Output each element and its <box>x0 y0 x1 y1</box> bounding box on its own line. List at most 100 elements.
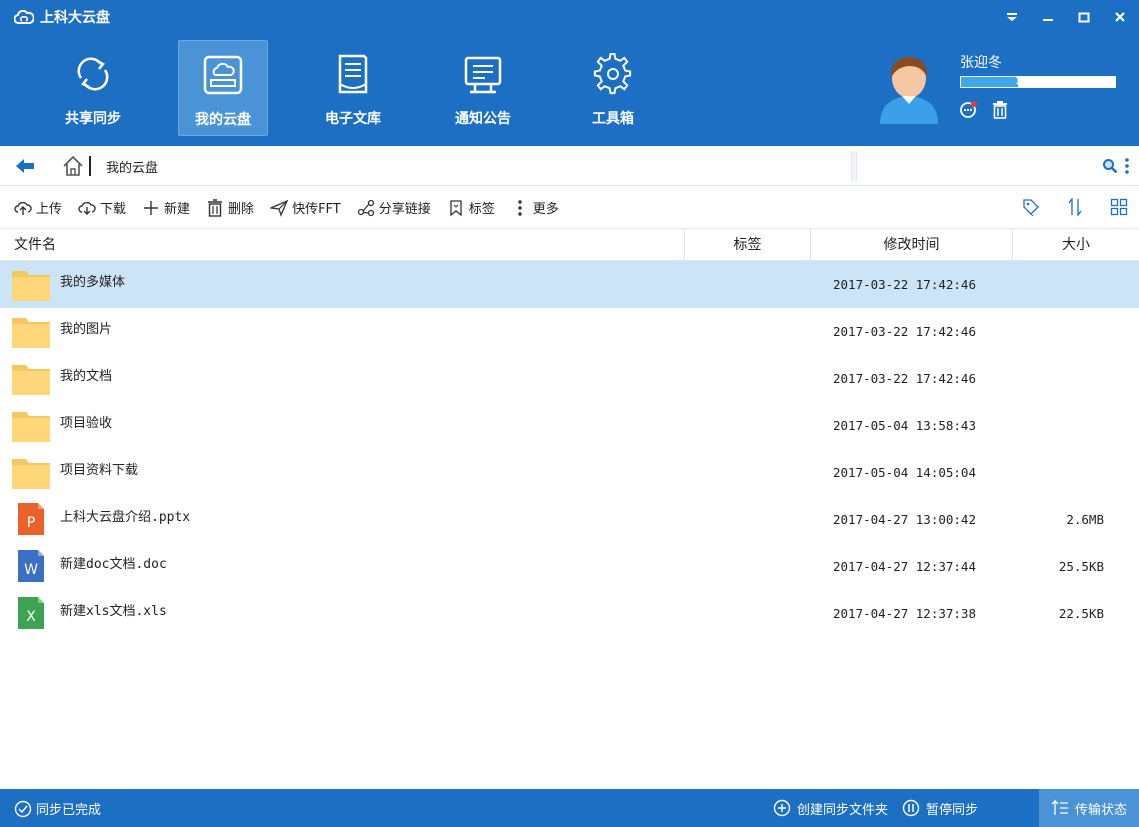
more-label: 更多 <box>532 202 559 217</box>
nav-label: 通知公告 <box>455 111 511 127</box>
quota-text: 1.84GB/5GB <box>1014 76 1075 87</box>
message-icon[interactable] <box>958 100 978 120</box>
nav-label: 工具箱 <box>592 111 634 127</box>
back-arrow-icon[interactable] <box>14 156 36 176</box>
recycle-bin-icon[interactable] <box>990 100 1010 120</box>
share-icon <box>357 199 374 216</box>
table-row[interactable]: X 新建xls文档.xls 2017-04-27 12:37:38 22.5KB <box>0 590 1139 637</box>
table-row[interactable]: 我的文档 2017-03-22 17:42:46 <box>0 355 1139 402</box>
transfer-status-button[interactable]: 传输状态 <box>1039 789 1139 827</box>
more-button[interactable]: 更多 <box>511 198 559 217</box>
breadcrumb[interactable]: 我的云盘 <box>106 157 158 176</box>
sort-icon[interactable] <box>1065 197 1085 217</box>
tag-button[interactable]: 标签 <box>447 198 495 217</box>
file-badge: W <box>24 562 38 578</box>
fast-transfer-button[interactable]: 快传FFT <box>270 198 341 217</box>
download-button[interactable]: 下载 <box>78 198 126 217</box>
bookmark-icon <box>450 199 462 216</box>
check-circle-icon <box>14 800 32 817</box>
table-row[interactable]: 项目验收 2017-05-04 13:58:43 <box>0 402 1139 449</box>
file-name: 新建xls文档.xls <box>60 604 167 619</box>
delete-label: 删除 <box>228 202 255 217</box>
table-row[interactable]: 我的多媒体 2017-03-22 17:42:46 <box>0 261 1139 308</box>
app-title: 上科大云盘 <box>14 6 110 28</box>
grid-view-icon[interactable] <box>1109 197 1129 217</box>
new-button[interactable]: 新建 <box>142 198 190 217</box>
new-label: 新建 <box>164 202 191 217</box>
pptx-file-icon: P <box>18 503 44 535</box>
column-header-name[interactable]: 文件名 <box>14 229 56 261</box>
status-bar: 同步已完成 创建同步文件夹 暂停同步 传输状态 <box>0 789 1139 827</box>
app-title-text: 上科大云盘 <box>40 10 110 26</box>
column-header-size[interactable]: 大小 <box>1013 229 1139 261</box>
xls-file-icon: X <box>18 597 44 629</box>
upload-button[interactable]: 上传 <box>14 198 62 217</box>
sync-status: 同步已完成 <box>14 799 101 818</box>
dropdown-menu-icon[interactable] <box>1003 6 1021 28</box>
tag-filter-icon[interactable] <box>1021 197 1041 217</box>
share-link-button[interactable]: 分享链接 <box>357 198 431 217</box>
nav-item-my-drive[interactable]: 我的云盘 <box>178 40 268 136</box>
create-sync-folder-label: 创建同步文件夹 <box>797 802 889 818</box>
file-modified: 2017-04-27 12:37:44 <box>833 559 976 574</box>
file-modified: 2017-03-22 17:42:46 <box>833 371 976 386</box>
share-link-label: 分享链接 <box>378 202 431 217</box>
minimize-icon[interactable] <box>1039 6 1057 28</box>
table-row[interactable]: W 新建doc文档.doc 2017-04-27 12:37:44 25.5KB <box>0 543 1139 590</box>
file-name: 项目验收 <box>60 416 113 431</box>
announcement-icon <box>464 56 502 94</box>
fast-transfer-label: 快传FFT <box>292 202 341 217</box>
file-badge: P <box>27 515 35 531</box>
plus-icon <box>144 200 159 215</box>
table-header: 文件名 标签 修改时间 大小 <box>0 229 1139 261</box>
file-modified: 2017-04-27 13:00:42 <box>833 512 976 527</box>
nav-label: 电子文库 <box>325 111 381 127</box>
file-name: 我的多媒体 <box>60 275 126 290</box>
delete-button[interactable]: 删除 <box>206 198 254 217</box>
trash-icon <box>208 198 223 217</box>
folder-icon <box>12 459 50 489</box>
folder-icon <box>12 318 50 348</box>
nav-label: 我的云盘 <box>195 112 251 128</box>
more-vertical-icon[interactable] <box>1124 157 1130 175</box>
file-modified: 2017-03-22 17:42:46 <box>833 277 976 292</box>
table-row[interactable]: 项目资料下载 2017-05-04 14:05:04 <box>0 449 1139 496</box>
user-panel: 张迎冬 1.84GB/5GB <box>878 52 1118 132</box>
sync-icon <box>77 57 109 91</box>
upload-label: 上传 <box>36 202 63 217</box>
nav-item-library[interactable]: 电子文库 <box>308 40 398 136</box>
path-separator <box>89 156 91 176</box>
column-header-tag[interactable]: 标签 <box>684 229 811 261</box>
create-sync-folder-button[interactable]: 创建同步文件夹 <box>773 799 888 818</box>
close-icon[interactable] <box>1111 6 1129 28</box>
upload-icon <box>14 201 32 215</box>
nav-item-announcements[interactable]: 通知公告 <box>438 40 528 136</box>
file-name: 新建doc文档.doc <box>60 557 167 572</box>
home-icon[interactable] <box>62 155 84 177</box>
nav-item-share-sync[interactable]: 共享同步 <box>48 40 138 136</box>
file-modified: 2017-05-04 13:58:43 <box>833 418 976 433</box>
search-icon[interactable] <box>1102 158 1118 174</box>
title-bar: 上科大云盘 共享同步 我的云盘 电子文库 通知公告 工具箱 张迎冬 1.84GB… <box>0 0 1139 146</box>
window-controls <box>1003 6 1129 28</box>
file-name: 我的图片 <box>60 322 113 337</box>
nav-item-toolbox[interactable]: 工具箱 <box>568 40 658 136</box>
nav-label: 共享同步 <box>65 111 121 127</box>
table-row[interactable]: P 上科大云盘介绍.pptx 2017-04-27 13:00:42 2.6MB <box>0 496 1139 543</box>
more-icon <box>518 199 522 216</box>
avatar[interactable] <box>878 52 940 124</box>
search-input[interactable] <box>858 151 1098 181</box>
file-name: 项目资料下载 <box>60 463 139 478</box>
column-header-modified[interactable]: 修改时间 <box>811 229 1013 261</box>
cloud-logo-icon <box>14 9 34 24</box>
tag-label: 标签 <box>468 202 495 217</box>
address-bar: 我的云盘 <box>0 146 1139 186</box>
file-size: 25.5KB <box>1058 559 1104 574</box>
user-name: 张迎冬 <box>960 55 1002 71</box>
folder-icon <box>12 412 50 442</box>
pause-sync-button[interactable]: 暂停同步 <box>902 799 978 818</box>
file-list: 我的多媒体 2017-03-22 17:42:46 我的图片 2017-03-2… <box>0 261 1139 637</box>
maximize-icon[interactable] <box>1075 6 1093 28</box>
table-row[interactable]: 我的图片 2017-03-22 17:42:46 <box>0 308 1139 355</box>
transfer-status-label: 传输状态 <box>1074 802 1127 818</box>
